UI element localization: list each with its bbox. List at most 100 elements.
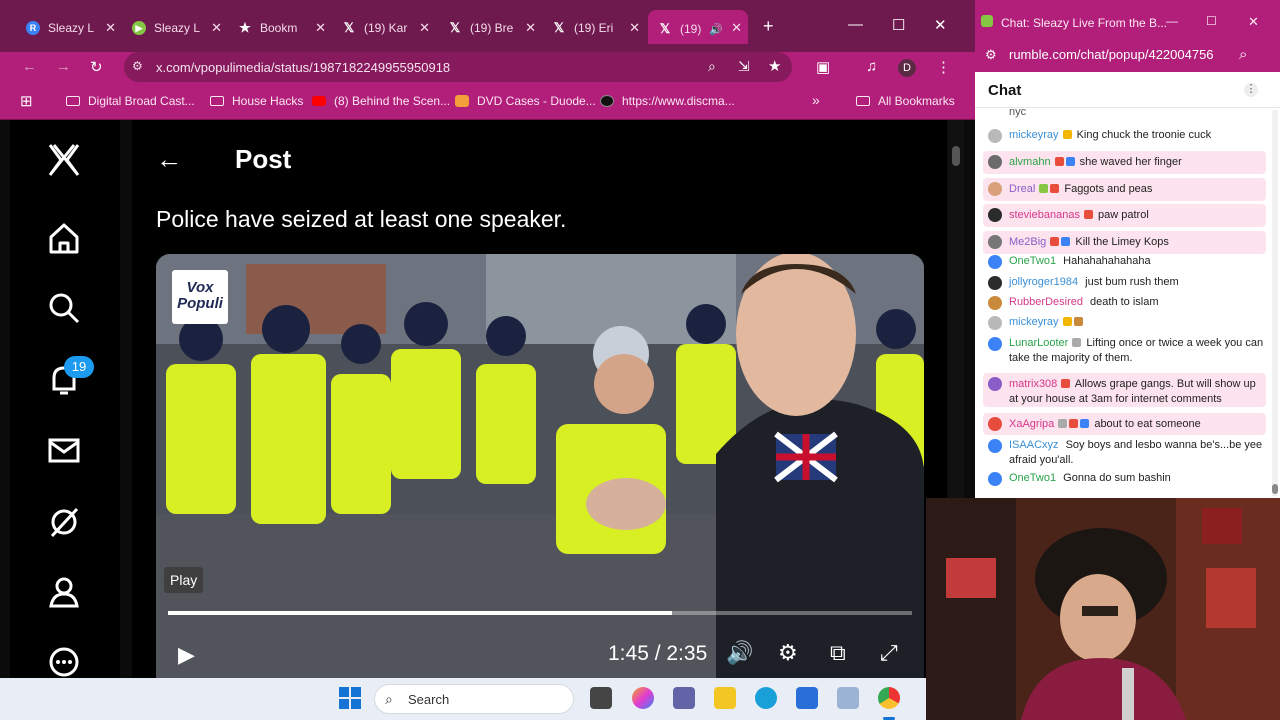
bookmark-2[interactable]: (8) Behind the Scen...: [312, 94, 450, 108]
tab-3[interactable]: 𝕏 (19) Kar ✕: [342, 14, 430, 42]
avatar[interactable]: [988, 255, 1002, 269]
search-icon[interactable]: [44, 288, 84, 328]
tab-0[interactable]: R Sleazy L ✕: [26, 14, 116, 42]
scrollbar-thumb[interactable]: [952, 146, 960, 166]
all-bookmarks[interactable]: All Bookmarks: [856, 94, 955, 108]
chat-username[interactable]: XaAgripa: [1009, 418, 1054, 430]
avatar[interactable]: [988, 276, 1002, 290]
avatar[interactable]: [988, 316, 1002, 330]
chat-scrollbar[interactable]: [1272, 110, 1278, 496]
picture-in-picture-icon[interactable]: ⧉: [830, 640, 846, 666]
avatar[interactable]: [988, 439, 1002, 453]
teams-icon[interactable]: [673, 687, 695, 709]
speaker-icon[interactable]: 🔊: [709, 23, 723, 36]
chat-username[interactable]: LunarLooter: [1009, 337, 1068, 349]
home-icon[interactable]: [44, 218, 84, 258]
avatar[interactable]: [988, 296, 1002, 310]
close-icon[interactable]: ✕: [731, 20, 742, 36]
tab-6-active[interactable]: 𝕏 (19) 🔊 ✕: [648, 10, 748, 44]
back-arrow-icon[interactable]: ←: [156, 144, 182, 175]
kebab-menu-icon[interactable]: ⋮: [936, 58, 951, 76]
play-icon[interactable]: ▶: [178, 642, 195, 668]
chat-message-list[interactable]: nyc mickeyray King chuck the troonie cuc…: [975, 106, 1271, 498]
close-icon[interactable]: ✕: [419, 20, 430, 36]
x-logo-icon[interactable]: [44, 140, 84, 180]
maximize-icon[interactable]: ☐: [1206, 14, 1217, 28]
chat-username[interactable]: matrix308: [1009, 378, 1057, 390]
chat-username[interactable]: jollyroger1984: [1009, 276, 1078, 288]
task-view-icon[interactable]: [590, 687, 612, 709]
address-bar[interactable]: ⚙ x.com/vpopulimedia/status/198718224995…: [124, 52, 792, 82]
reading-list-icon[interactable]: ▣: [816, 58, 830, 76]
close-icon[interactable]: ✕: [1248, 14, 1259, 30]
maximize-icon[interactable]: ☐: [892, 16, 905, 34]
forward-icon[interactable]: →: [56, 58, 71, 75]
chat-username[interactable]: steviebananas: [1009, 209, 1080, 221]
chat-username[interactable]: RubberDesired: [1009, 296, 1083, 308]
video-progress-bar[interactable]: [168, 611, 912, 615]
tab-1[interactable]: ▶ Sleazy L ✕: [132, 14, 222, 42]
bookmark-0[interactable]: Digital Broad Cast...: [66, 94, 195, 108]
volume-icon[interactable]: 🔊: [726, 640, 753, 666]
windows-start-icon[interactable]: [339, 687, 361, 709]
site-info-icon[interactable]: ⚙: [132, 59, 143, 73]
avatar[interactable]: [988, 337, 1002, 351]
file-explorer-icon[interactable]: [714, 687, 736, 709]
bookmark-4[interactable]: https://www.discma...: [600, 94, 735, 108]
back-icon[interactable]: ←: [22, 58, 37, 75]
zoom-icon[interactable]: ⌕: [708, 58, 716, 75]
close-icon[interactable]: ✕: [315, 20, 326, 36]
avatar[interactable]: [988, 417, 1002, 431]
settings-gear-icon[interactable]: ⚙: [778, 640, 798, 666]
bookmarks-overflow-icon[interactable]: »: [812, 92, 820, 108]
scrollbar-thumb[interactable]: [1272, 484, 1278, 494]
reload-icon[interactable]: ↻: [90, 58, 103, 76]
close-icon[interactable]: ✕: [211, 20, 222, 36]
chat-username[interactable]: alvmahn: [1009, 156, 1051, 168]
chat-username[interactable]: Dreal: [1009, 183, 1035, 195]
chrome-icon[interactable]: [878, 687, 900, 709]
site-info-icon[interactable]: ⚙: [985, 47, 997, 63]
more-options-icon[interactable]: [44, 642, 84, 678]
chat-username[interactable]: OneTwo1: [1009, 472, 1056, 484]
close-icon[interactable]: ✕: [629, 20, 640, 36]
chat-more-icon[interactable]: ⋮: [1244, 83, 1258, 97]
close-icon[interactable]: ✕: [105, 20, 116, 36]
grok-icon[interactable]: [44, 502, 84, 542]
store-icon[interactable]: [796, 687, 818, 709]
avatar[interactable]: [988, 182, 1002, 196]
profile-avatar[interactable]: D: [898, 59, 916, 77]
video-player[interactable]: Vox Populi Play ▶ 1:45 / 2:35 🔊 ⚙ ⧉ ⤢: [156, 254, 924, 678]
chat-username[interactable]: mickeyray: [1009, 316, 1059, 328]
edge-icon[interactable]: [755, 687, 777, 709]
zoom-icon[interactable]: ⌕: [1239, 46, 1247, 63]
close-window-icon[interactable]: ✕: [934, 16, 947, 34]
media-control-icon[interactable]: ♫: [866, 58, 877, 75]
close-icon[interactable]: ✕: [525, 20, 536, 36]
bookmark-3[interactable]: DVD Cases - Duode...: [455, 94, 596, 108]
avatar[interactable]: [988, 129, 1002, 143]
tab-2[interactable]: ★ Bookm ✕: [238, 14, 326, 42]
chat-username[interactable]: mickeyray: [1009, 129, 1059, 141]
fullscreen-icon[interactable]: ⤢: [880, 640, 898, 666]
tab-4[interactable]: 𝕏 (19) Bre ✕: [448, 14, 536, 42]
bookmark-star-icon[interactable]: ★: [768, 57, 781, 75]
avatar[interactable]: [988, 377, 1002, 391]
app-icon[interactable]: [837, 687, 859, 709]
avatar[interactable]: [988, 155, 1002, 169]
taskbar-search[interactable]: ⌕ Search: [374, 684, 574, 714]
chat-address-bar[interactable]: ⚙ rumble.com/chat/popup/422004756 ⌕: [975, 42, 1280, 72]
minimize-icon[interactable]: —: [1166, 14, 1178, 28]
bookmark-1[interactable]: House Hacks: [210, 94, 303, 108]
chat-username[interactable]: ISAACxyz: [1009, 439, 1059, 451]
tab-5[interactable]: 𝕏 (19) Eri ✕: [552, 14, 640, 42]
chat-username[interactable]: OneTwo1: [1009, 255, 1056, 267]
copilot-icon[interactable]: [632, 687, 654, 709]
apps-grid-icon[interactable]: ⊞: [20, 92, 33, 110]
avatar[interactable]: [988, 208, 1002, 222]
avatar[interactable]: [988, 472, 1002, 486]
profile-icon[interactable]: [44, 572, 84, 612]
messages-icon[interactable]: [44, 430, 84, 470]
minimize-icon[interactable]: —: [848, 16, 863, 33]
install-icon[interactable]: ⇲: [738, 58, 750, 75]
